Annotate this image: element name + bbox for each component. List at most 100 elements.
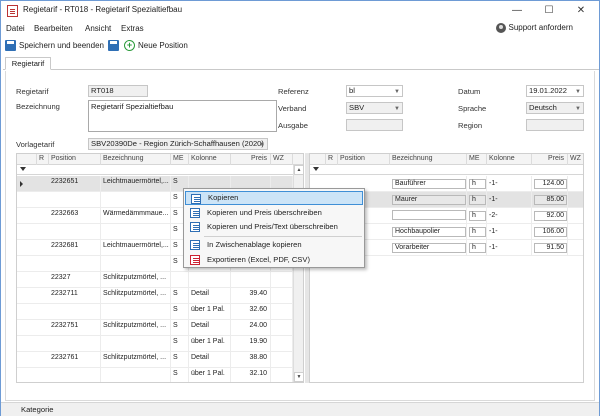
row-indicator-icon [20, 181, 23, 187]
cell-me[interactable]: h [467, 240, 487, 256]
table-row[interactable]: Süber 1 Pal. 32.60 [17, 304, 303, 320]
filter-icon[interactable] [20, 167, 26, 171]
menu-ansicht[interactable]: Ansicht [85, 24, 111, 33]
bezeichnung-input[interactable]: Maurer [392, 195, 466, 205]
cell-position: 2232761 [49, 352, 101, 368]
cell-kolonne: über 1 Pal. [189, 368, 231, 382]
cell-me[interactable]: h [467, 176, 487, 192]
sprache-select[interactable]: Deutsch ▼ [526, 102, 584, 114]
cell-position [49, 304, 101, 320]
table-row[interactable]: 2232751 Schlitzputzmörtel, ... S Detail 24.0… [17, 320, 303, 336]
me-input[interactable]: h [469, 211, 486, 221]
status-kategorie[interactable]: Kategorie [21, 405, 54, 414]
bezeichnung-input[interactable]: Regietarif Spezialtiefbau [88, 100, 277, 132]
col-header-wz[interactable]: WZ [271, 154, 293, 165]
cell-bezeichnung [101, 256, 171, 272]
menu-bearbeiten[interactable]: Bearbeiten [34, 24, 73, 33]
me-input[interactable]: h [469, 227, 486, 237]
cell-me[interactable]: h [467, 208, 487, 224]
cell-preis[interactable]: 85.00 [532, 192, 568, 208]
preis-input[interactable]: 85.00 [534, 195, 567, 205]
preis-input[interactable]: 124.00 [534, 179, 567, 189]
col-header-kolonne[interactable]: Kolonne [487, 154, 532, 165]
cell-bezeichnung[interactable]: Vorarbeiter [390, 240, 467, 256]
cell-preis: 32.10 [231, 368, 271, 382]
maximize-button[interactable]: ☐ [533, 1, 565, 21]
col-header-kolonne[interactable]: Kolonne [189, 154, 231, 165]
scroll-down-icon[interactable]: ▼ [294, 372, 303, 382]
cell-bezeichnung[interactable] [390, 208, 467, 224]
menu-extras[interactable]: Extras [121, 24, 144, 33]
cell-preis[interactable]: 106.00 [532, 224, 568, 240]
cell-kolonne: über 1 Pal. [189, 336, 231, 352]
col-header-position[interactable]: Position [338, 154, 390, 165]
preis-input[interactable]: 92.00 [534, 211, 567, 221]
datum-picker[interactable]: 19.01.2022 ▼ [526, 85, 584, 97]
new-position-button[interactable]: Neue Position [138, 41, 188, 50]
cell-me: S [171, 336, 189, 352]
save-close-icon[interactable] [5, 40, 16, 51]
tab-regietarif[interactable]: Regietarif [5, 57, 51, 70]
save-close-button[interactable]: Speichern und beenden [19, 41, 104, 50]
menu-item-exportieren[interactable]: Exportieren (Excel, PDF, CSV) [185, 253, 363, 267]
col-header-position[interactable]: Position [49, 154, 101, 165]
bezeichnung-input[interactable]: Vorarbeiter [392, 243, 466, 253]
me-input[interactable]: h [469, 243, 486, 253]
table-row[interactable]: Süber 1 Pal. 19.90 [17, 336, 303, 352]
cell-preis: 39.40 [231, 288, 271, 304]
support-button[interactable]: Support anfordern [495, 23, 573, 33]
preis-input[interactable]: 91.50 [534, 243, 567, 253]
table-row[interactable]: 2232761 Schlitzputzmörtel, ... S Detail 38.8… [17, 352, 303, 368]
verband-select[interactable]: SBV ▼ [346, 102, 403, 114]
cell-preis[interactable]: 92.00 [532, 208, 568, 224]
bezeichnung-input[interactable] [392, 210, 466, 220]
col-header-preis[interactable]: Preis [532, 154, 568, 165]
col-header-bezeichnung[interactable]: Bezeichnung [390, 154, 467, 165]
cell-me[interactable]: h [467, 224, 487, 240]
col-header-bezeichnung[interactable]: Bezeichnung [101, 154, 171, 165]
col-header-me[interactable]: ME [467, 154, 487, 165]
preis-input[interactable]: 106.00 [534, 227, 567, 237]
filter-icon[interactable] [313, 167, 319, 171]
menu-item-zwischenablage[interactable]: In Zwischenablage kopieren [185, 238, 363, 252]
chevron-down-icon: ▼ [394, 89, 400, 95]
cell-bezeichnung[interactable]: Hochbaupolier [390, 224, 467, 240]
col-header-r[interactable]: R [37, 154, 49, 165]
sprache-value: Deutsch [529, 103, 557, 112]
menu-item-kopieren[interactable]: Kopieren [185, 191, 363, 205]
me-input[interactable]: h [469, 195, 486, 205]
filter-row[interactable] [17, 165, 303, 175]
table-row[interactable]: 22327 Schlitzputzmörtel, ... [17, 272, 303, 288]
menu-item-kopieren-preis-text[interactable]: Kopieren und Preis/Text überschreiben [185, 220, 363, 234]
cell-wz [271, 336, 293, 352]
save-icon[interactable] [108, 40, 119, 51]
bezeichnung-input[interactable]: Bauführer [392, 179, 466, 189]
me-input[interactable]: h [469, 179, 486, 189]
col-header-wz[interactable]: WZ [568, 154, 583, 165]
bezeichnung-input[interactable]: Hochbaupolier [392, 227, 466, 237]
filter-row[interactable] [310, 165, 583, 175]
col-header-r[interactable]: R [326, 154, 338, 165]
cell-wz [271, 304, 293, 320]
cell-bezeichnung[interactable]: Maurer [390, 192, 467, 208]
cell-preis[interactable]: 124.00 [532, 176, 568, 192]
headset-icon [495, 23, 506, 33]
close-button[interactable]: ✕ [565, 1, 597, 21]
chevron-down-icon: ▼ [394, 106, 400, 112]
referenz-select[interactable]: bl ▼ [346, 85, 403, 97]
minimize-button[interactable]: — [501, 1, 533, 21]
cell-bezeichnung[interactable]: Bauführer [390, 176, 467, 192]
vorlagetarif-select[interactable]: SBV20390De - Region Zürich-Schaffhausen … [88, 138, 268, 150]
menu-datei[interactable]: Datei [6, 24, 25, 33]
scroll-up-icon[interactable]: ▲ [294, 165, 303, 175]
col-header-preis[interactable]: Preis [231, 154, 271, 165]
table-row[interactable]: Süber 1 Pal. 32.10 [17, 368, 303, 382]
col-header-me[interactable]: ME [171, 154, 189, 165]
cell-kolonne: -1- [487, 176, 532, 192]
table-row[interactable]: 2232711 Schlitzputzmörtel, ... S Detail 39.4… [17, 288, 303, 304]
cell-wz [271, 272, 293, 288]
add-position-icon[interactable]: + [124, 40, 135, 51]
cell-me[interactable]: h [467, 192, 487, 208]
cell-preis[interactable]: 91.50 [532, 240, 568, 256]
menu-item-kopieren-preis[interactable]: Kopieren und Preis überschreiben [185, 206, 363, 220]
